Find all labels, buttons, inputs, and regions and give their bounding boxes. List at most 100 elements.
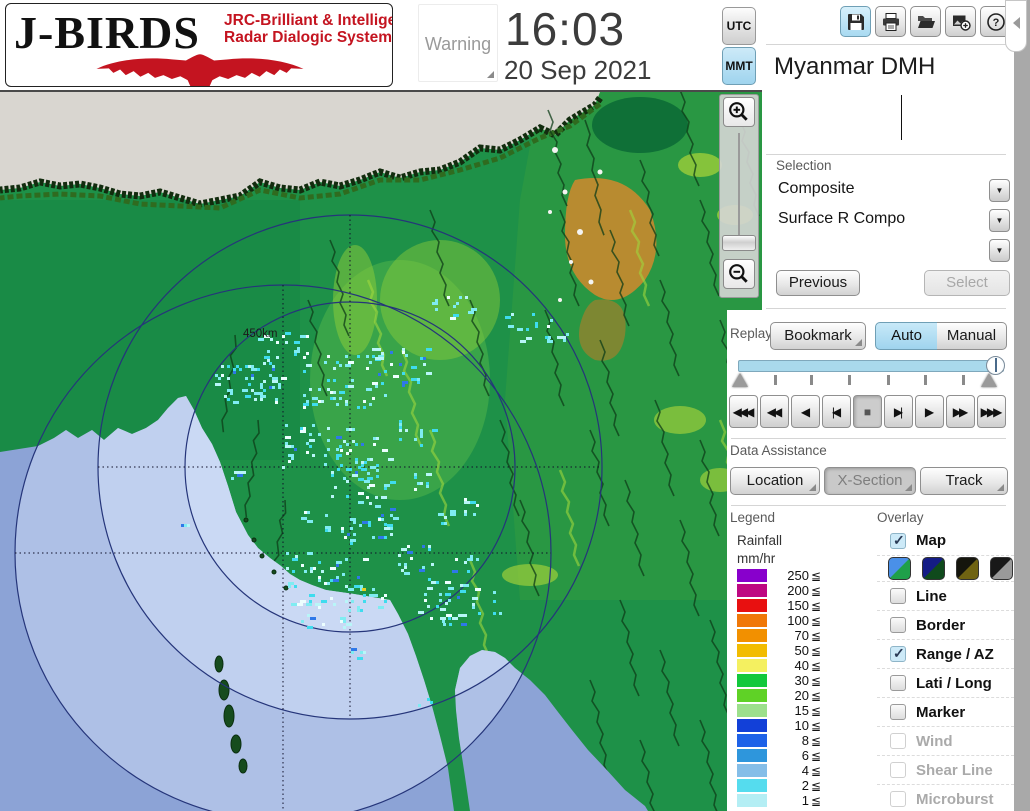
- zoom-out-button[interactable]: [723, 259, 755, 289]
- step-first-button[interactable]: |◀: [822, 395, 851, 428]
- legend-row: 20 ≦: [737, 688, 821, 703]
- warning-button[interactable]: Warning: [418, 4, 498, 82]
- overlay-item-label: Wind: [916, 732, 953, 750]
- style-blue-green[interactable]: [888, 557, 911, 580]
- overlay-item-label: Range / AZ: [916, 645, 994, 663]
- range-ring-label: 450km: [243, 328, 278, 340]
- legend-row: 50 ≦: [737, 643, 821, 658]
- legend-swatch: [737, 569, 767, 582]
- mmt-toggle-button[interactable]: MMT: [722, 47, 756, 85]
- data-listbox[interactable]: [773, 94, 1010, 142]
- legend-value: 50: [794, 643, 809, 658]
- legend-value: 1: [801, 793, 809, 808]
- legend-swatch: [737, 689, 767, 702]
- print-button[interactable]: [875, 6, 906, 37]
- capture-add-button[interactable]: [945, 6, 976, 37]
- rainfall-legend: 250 ≦ 200 ≦ 150 ≦ 100 ≦ 70 ≦ 50 ≦ 40 ≦ 30 ≦ 20 ≦ 15 ≦ 10 ≦ 8 ≦ 6…: [737, 568, 821, 808]
- legend-swatch: [737, 629, 767, 642]
- play-back-button[interactable]: ◀: [791, 395, 820, 428]
- checkbox[interactable]: [890, 588, 906, 604]
- chevron-down-icon[interactable]: ▼: [989, 239, 1010, 262]
- clock-time: 16:03: [505, 3, 626, 55]
- radar-map[interactable]: 450km: [0, 89, 762, 811]
- chevron-down-icon[interactable]: ▼: [989, 179, 1010, 202]
- legend-row: 2 ≦: [737, 778, 821, 793]
- open-folder-icon: [917, 15, 935, 28]
- overlay-row-marker: Marker: [877, 697, 1014, 726]
- stop-button[interactable]: ■: [853, 395, 882, 428]
- checkbox[interactable]: [890, 532, 906, 549]
- zoom-slider-track[interactable]: [738, 133, 740, 235]
- lte-symbol: ≦: [811, 718, 822, 733]
- legend-value: 10: [794, 718, 809, 733]
- chevron-down-icon[interactable]: ▼: [989, 209, 1010, 232]
- utc-toggle-button[interactable]: UTC: [722, 7, 756, 45]
- rewind-fast-button[interactable]: ◀◀◀: [729, 395, 758, 428]
- logo-tagline-1: JRC-Brilliant & Intelligent: [224, 12, 393, 29]
- location-button[interactable]: Location: [730, 467, 820, 495]
- logo-tagline-2: Radar Dialogic System: [224, 29, 392, 46]
- collapse-arrow-icon: [1013, 17, 1020, 29]
- checkbox[interactable]: [890, 675, 906, 691]
- legend-row: 1 ≦: [737, 793, 821, 808]
- bookmark-button[interactable]: Bookmark: [770, 322, 866, 350]
- legend-value: 8: [801, 733, 809, 748]
- station-name: Myanmar DMH: [774, 53, 936, 80]
- manual-mode-button[interactable]: Manual: [937, 322, 1007, 350]
- zoom-slider-thumb[interactable]: [722, 235, 756, 251]
- range-start-marker[interactable]: [732, 373, 748, 387]
- play-button[interactable]: ▶: [915, 395, 944, 428]
- legend-row: 40 ≦: [737, 658, 821, 673]
- legend-label: Legend: [730, 510, 776, 525]
- auto-mode-button[interactable]: Auto: [875, 322, 938, 350]
- slider-tick: [962, 375, 965, 385]
- overlay-item-label: Border: [916, 616, 966, 634]
- replay-label: Replay: [730, 326, 773, 341]
- checkbox[interactable]: [890, 704, 906, 720]
- style-navy-darkgreen[interactable]: [922, 557, 945, 580]
- toolbar: ?: [840, 6, 1011, 37]
- capture-add-icon: [952, 15, 971, 31]
- help-icon: ?: [986, 12, 1005, 31]
- style-black-gray[interactable]: [990, 557, 1013, 580]
- legend-row: 6 ≦: [737, 748, 821, 763]
- replay-slider-track[interactable]: [738, 360, 1004, 372]
- forward-button[interactable]: ▶▶: [946, 395, 975, 428]
- legend-swatch: [737, 674, 767, 687]
- panel-collapse-tab[interactable]: [1005, 0, 1027, 52]
- checkbox[interactable]: [890, 617, 906, 633]
- svg-text:?: ?: [992, 17, 999, 29]
- legend-row: 250 ≦: [737, 568, 821, 583]
- step-last-button[interactable]: ▶|: [884, 395, 913, 428]
- legend-swatch: [737, 584, 767, 597]
- jbirds-logo: J-BIRDS JRC-Brilliant & Intelligent Rada…: [5, 3, 393, 87]
- divider: [731, 438, 1006, 439]
- x-section-button[interactable]: X-Section: [824, 467, 916, 495]
- style-black-olive[interactable]: [956, 557, 979, 580]
- listbox-divider: [901, 95, 902, 140]
- open-folder-button[interactable]: [910, 6, 941, 37]
- lte-symbol: ≦: [811, 733, 822, 748]
- previous-button[interactable]: Previous: [776, 270, 860, 296]
- select-button[interactable]: Select: [924, 270, 1010, 296]
- zoom-in-button[interactable]: [723, 97, 755, 127]
- legend-value: 15: [794, 703, 809, 718]
- overlay-item-label: Map: [916, 532, 946, 549]
- save-icon: [847, 13, 864, 30]
- track-button[interactable]: Track: [920, 467, 1008, 495]
- dropdown-category: Composite ▼: [776, 177, 1010, 205]
- legend-unit-line2: mm/hr: [737, 551, 776, 566]
- selection-label: Selection: [776, 158, 832, 173]
- rewind-button[interactable]: ◀◀: [760, 395, 789, 428]
- legend-swatch: [737, 734, 767, 747]
- forward-fast-button[interactable]: ▶▶▶: [977, 395, 1006, 428]
- checkbox[interactable]: [890, 645, 906, 662]
- save-button[interactable]: [840, 6, 871, 37]
- lte-symbol: ≦: [811, 778, 822, 793]
- legend-value: 20: [794, 688, 809, 703]
- dropdown-extra: ▼: [776, 237, 1010, 265]
- legend-swatch: [737, 719, 767, 732]
- range-end-marker[interactable]: [981, 373, 997, 387]
- divider: [766, 44, 1006, 45]
- lte-symbol: ≦: [811, 613, 822, 628]
